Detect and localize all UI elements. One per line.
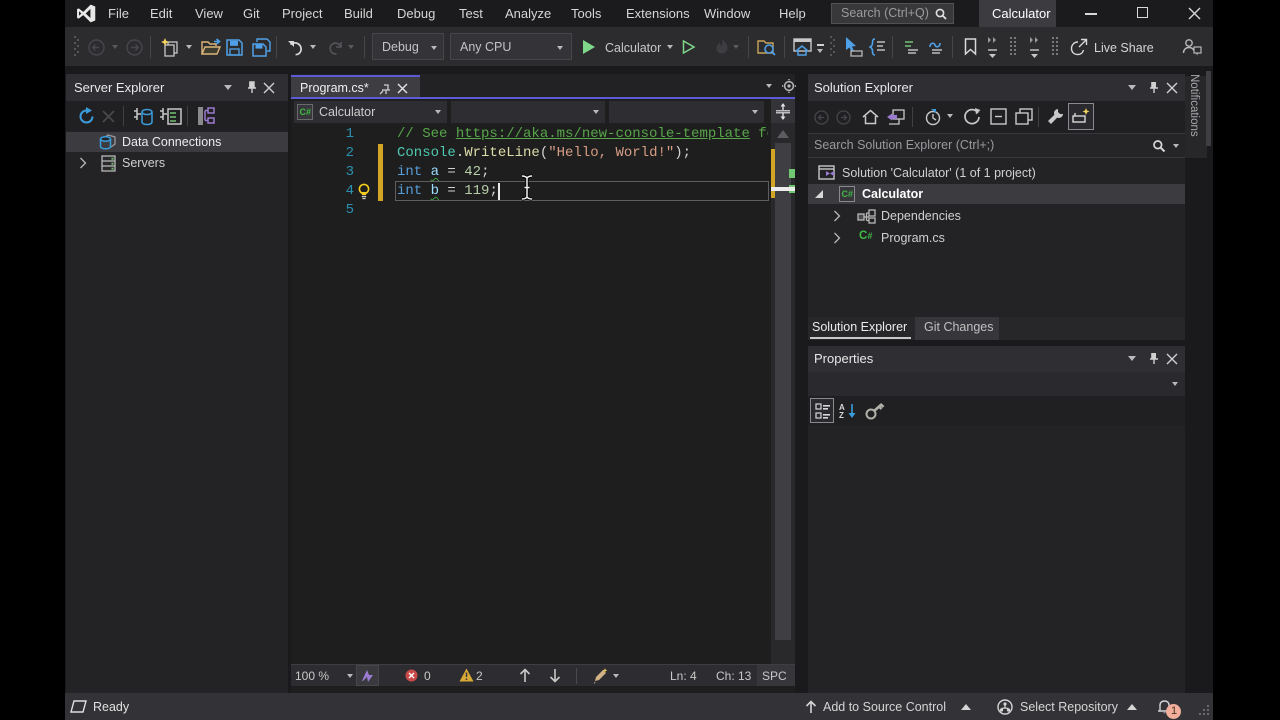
svg-text:Z: Z (839, 411, 844, 419)
